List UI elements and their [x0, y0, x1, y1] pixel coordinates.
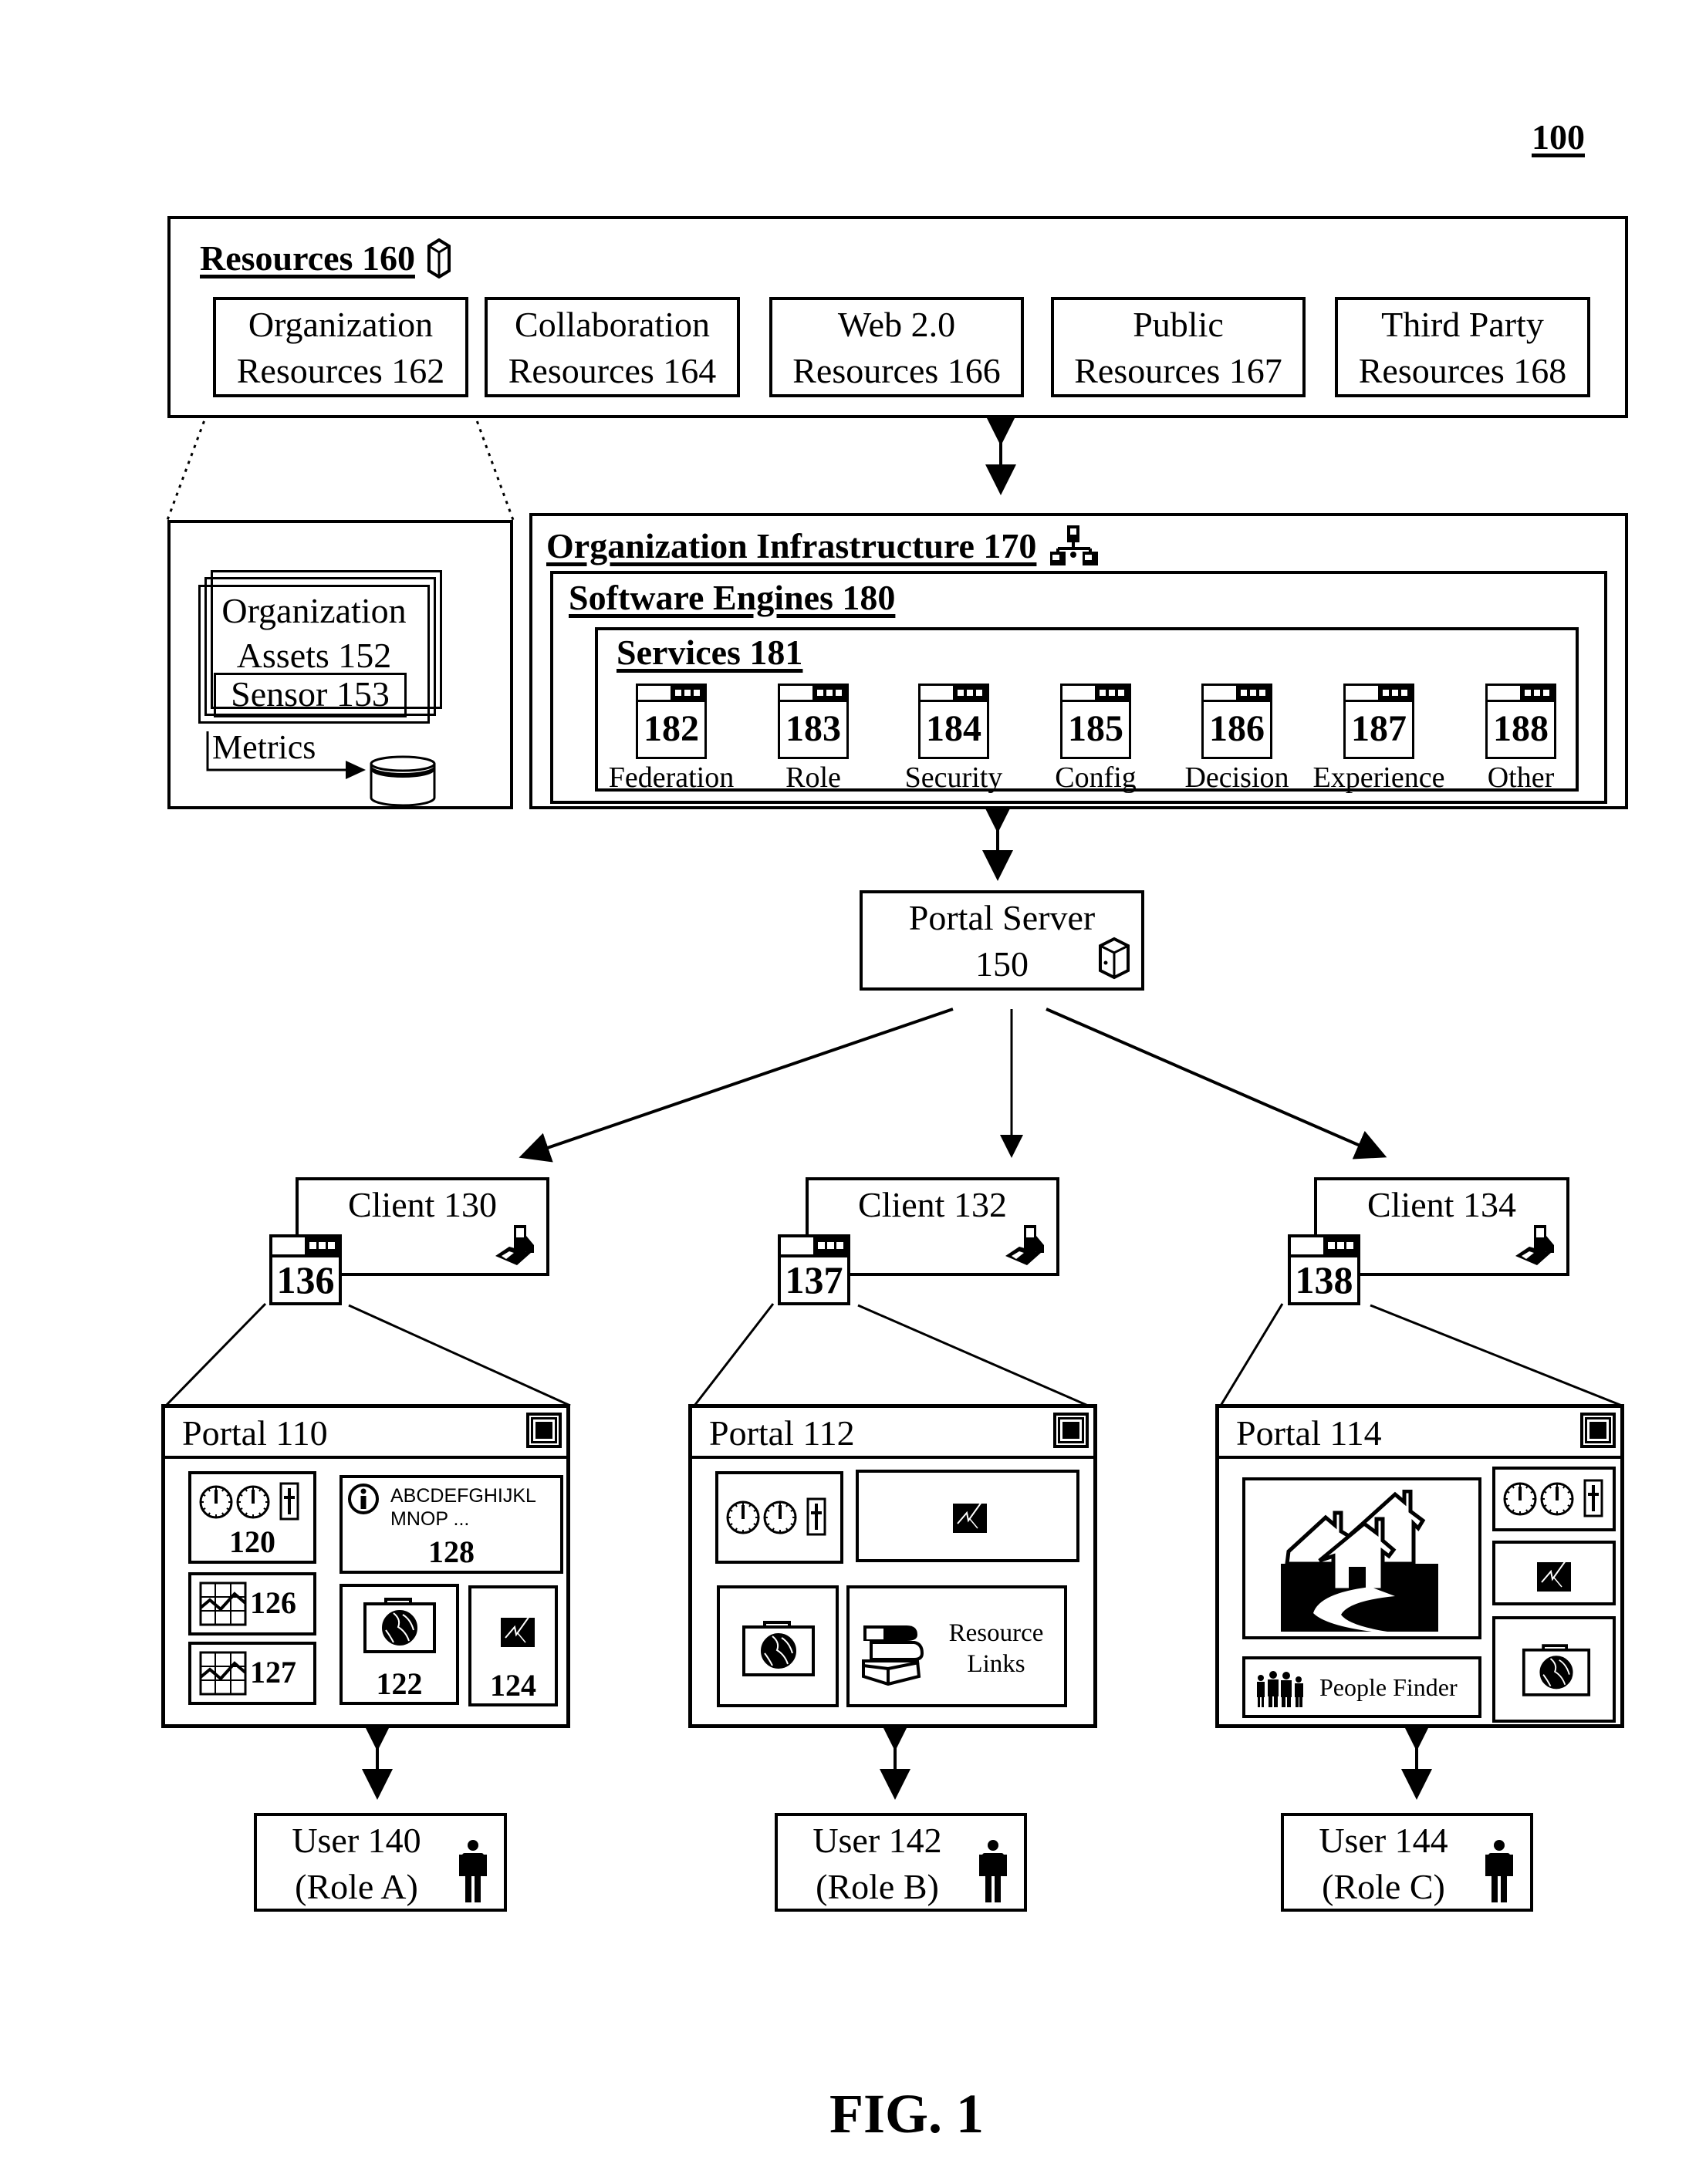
- report-panel[interactable]: [856, 1470, 1079, 1562]
- report-chart-icon: [501, 1612, 535, 1647]
- arrow-server-client-130: [519, 1008, 954, 1163]
- software-engines-title: Software Engines 180: [569, 578, 896, 617]
- portal-server[interactable]: Portal Server 150: [860, 890, 1144, 991]
- service-186[interactable]: 186: [1201, 684, 1272, 759]
- service-name: Security: [904, 761, 1003, 794]
- service-187[interactable]: 187: [1343, 684, 1414, 759]
- database-icon: [370, 755, 436, 807]
- user-140[interactable]: User 140 (Role A): [254, 1813, 507, 1912]
- computer-icon: [1515, 1225, 1554, 1265]
- service-182[interactable]: 182: [636, 684, 707, 759]
- globe-briefcase-icon: [1522, 1644, 1591, 1696]
- books-icon: [862, 1625, 924, 1686]
- metrics-label: Metrics: [212, 728, 316, 766]
- computer-icon: [1005, 1225, 1044, 1265]
- maximize-button[interactable]: [1580, 1413, 1616, 1448]
- portal-title: Portal 114: [1236, 1413, 1382, 1453]
- service-name: Config: [1055, 761, 1137, 794]
- client-window-138[interactable]: 138: [1288, 1234, 1360, 1305]
- portal-112[interactable]: Portal 112 Resource Links: [688, 1404, 1097, 1728]
- figure-caption: FIG. 1: [829, 2083, 984, 2145]
- service-number: 186: [1209, 708, 1265, 749]
- info-icon: [348, 1484, 379, 1514]
- assets-container: Organization Assets 152 Sensor 153 Metric…: [167, 520, 513, 809]
- gauges-icon: [726, 1497, 826, 1536]
- portal-title: Portal 112: [709, 1413, 855, 1453]
- maximize-button[interactable]: [526, 1413, 562, 1448]
- houses-panel[interactable]: [1242, 1477, 1481, 1639]
- gauges-panel[interactable]: [715, 1471, 843, 1564]
- person-icon: [979, 1840, 1007, 1902]
- report-panel[interactable]: [1492, 1541, 1616, 1605]
- portal-title: Portal 110: [182, 1413, 328, 1453]
- services-title: Services 181: [617, 633, 803, 672]
- chart-panel-126[interactable]: 126: [188, 1572, 316, 1635]
- resource-links-panel[interactable]: Resource Links: [846, 1585, 1067, 1707]
- report-panel-124[interactable]: 124: [468, 1585, 558, 1706]
- service-184[interactable]: 184: [918, 684, 989, 759]
- user-144[interactable]: User 144 (Role C): [1281, 1813, 1533, 1912]
- person-icon: [459, 1840, 487, 1902]
- globe-briefcase-icon: [363, 1598, 436, 1653]
- service-183[interactable]: 183: [778, 684, 849, 759]
- service-name: Role: [785, 761, 841, 794]
- report-chart-icon: [953, 1498, 987, 1533]
- service-185[interactable]: 185: [1060, 684, 1131, 759]
- computer-icon: [495, 1225, 534, 1265]
- network-icon: [1050, 525, 1099, 565]
- line-chart-icon: [199, 1581, 247, 1626]
- service-188[interactable]: 188: [1485, 684, 1556, 759]
- service-number: 187: [1351, 708, 1407, 749]
- service-name: Decision: [1184, 761, 1289, 794]
- client-label: Client 130: [348, 1185, 497, 1224]
- client-window-136[interactable]: 136: [269, 1234, 342, 1305]
- service-number: 182: [644, 708, 699, 749]
- resource-item-organization[interactable]: Organization Resources 162: [213, 297, 468, 397]
- service-number: 183: [785, 708, 841, 749]
- infrastructure-title: Organization Infrastructure 170: [546, 525, 1037, 565]
- gauges-panel[interactable]: [1492, 1467, 1616, 1531]
- resource-item-public[interactable]: Public Resources 167: [1051, 297, 1306, 397]
- resource-item-third-party[interactable]: Third Party Resources 168: [1335, 297, 1590, 397]
- people-icon: [1257, 1671, 1303, 1707]
- server-icon: [427, 238, 451, 278]
- sensor-box[interactable]: Sensor 153: [214, 673, 407, 717]
- service-name: Other: [1487, 761, 1555, 794]
- maximize-button[interactable]: [1053, 1413, 1089, 1448]
- client-label: Client 134: [1367, 1185, 1516, 1224]
- globe-briefcase-icon: [742, 1621, 815, 1676]
- portal-114[interactable]: Portal 114 People Finder: [1215, 1404, 1624, 1728]
- people-finder-panel[interactable]: People Finder: [1242, 1656, 1481, 1718]
- globe-panel[interactable]: [1492, 1616, 1616, 1723]
- info-panel-128[interactable]: ABCDEFGHIJKL MNOP ... 128: [340, 1475, 563, 1574]
- service-number: 185: [1068, 708, 1123, 749]
- portal-110[interactable]: Portal 110 120 ABCDEFGHIJKL MNOP ... 128 …: [161, 1404, 570, 1728]
- resource-item-collaboration[interactable]: Collaboration Resources 164: [485, 297, 740, 397]
- service-number: 188: [1493, 708, 1549, 749]
- user-142[interactable]: User 142 (Role B): [775, 1813, 1027, 1912]
- report-chart-icon: [1537, 1557, 1571, 1592]
- service-name: Federation: [608, 761, 735, 794]
- gauges-icon: [199, 1482, 299, 1521]
- arrow-server-client-134: [1046, 1008, 1387, 1160]
- resource-item-web20[interactable]: Web 2.0 Resources 166: [769, 297, 1024, 397]
- gauges-panel-120[interactable]: 120: [188, 1471, 316, 1564]
- globe-panel[interactable]: [717, 1585, 839, 1707]
- service-number: 184: [926, 708, 981, 749]
- line-chart-icon: [199, 1651, 247, 1696]
- houses-image-icon: [1281, 1490, 1438, 1632]
- server-icon: [1099, 937, 1130, 980]
- globe-panel-122[interactable]: 122: [340, 1584, 459, 1705]
- gauges-icon: [1503, 1479, 1603, 1517]
- people-finder-label: People Finder: [1319, 1673, 1458, 1701]
- client-label: Client 132: [858, 1185, 1007, 1224]
- person-icon: [1485, 1840, 1513, 1902]
- service-name: Experience: [1312, 761, 1445, 794]
- chart-panel-127[interactable]: 127: [188, 1642, 316, 1705]
- resources-title: Resources 160: [200, 238, 415, 278]
- client-window-137[interactable]: 137: [778, 1234, 850, 1305]
